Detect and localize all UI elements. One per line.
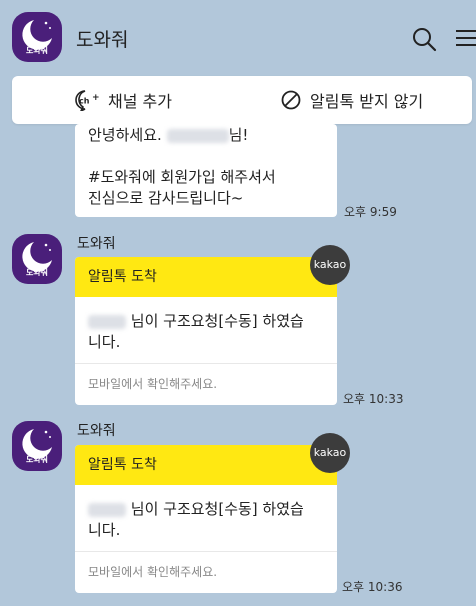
chat-header: 도와줘 도와줘 <box>0 0 476 76</box>
channel-add-icon: ch + <box>75 90 100 111</box>
welcome-message-bubble: 안녕하세요. 님! #도와줘에 회원가입 해주셔서 진심으로 감사드립니다~ <box>75 124 337 217</box>
alimtalk-body: 님이 구조요청[수동] 하였습 니다. <box>75 297 337 365</box>
add-channel-button[interactable]: ch + 채널 추가 <box>74 76 172 124</box>
alimtalk-footer[interactable]: 모바일에서 확인해주세요. <box>75 363 337 404</box>
alimtalk-body-line2: 니다. <box>88 333 121 351</box>
greeting-line: 안녕하세요. 님! <box>88 125 276 146</box>
avatar-label: 도와줘 <box>25 46 49 55</box>
sender-name: 도와줘 <box>77 236 116 252</box>
alimtalk-card[interactable]: 알림톡 도착 님이 구조요청[수동] 하였습 니다. 모바일에서 확인해주세요. <box>75 445 337 593</box>
channel-action-bar: ch + 채널 추가 알림톡 받지 않기 <box>12 76 472 124</box>
block-alimtalk-label: 알림톡 받지 않기 <box>310 92 424 111</box>
greeting-suffix: 님! <box>228 126 249 144</box>
alimtalk-body-line1: 님이 구조요청[수동] 하였습 <box>130 312 304 330</box>
sender-avatar[interactable]: 도와줘 <box>12 421 62 471</box>
alimtalk-body-line2: 니다. <box>88 521 121 539</box>
search-button[interactable] <box>411 26 437 52</box>
kakao-badge: kakao <box>310 245 350 285</box>
svg-text:+: + <box>92 93 100 103</box>
welcome-body-line2: 진심으로 감사드립니다~ <box>88 189 244 207</box>
avatar-label: 도와줘 <box>25 455 49 464</box>
sender-name: 도와줘 <box>77 423 116 439</box>
avatar-label: 도와줘 <box>25 268 49 277</box>
redacted-username <box>166 128 229 143</box>
channel-avatar[interactable]: 도와줘 <box>12 12 62 62</box>
chat-title: 도와줘 <box>76 29 129 51</box>
alimtalk-footer[interactable]: 모바일에서 확인해주세요. <box>75 551 337 592</box>
alimtalk-card[interactable]: 알림톡 도착 님이 구조요청[수동] 하였습 니다. 모바일에서 확인해주세요. <box>75 257 337 405</box>
menu-button[interactable] <box>454 28 476 50</box>
kakao-badge: kakao <box>310 433 350 473</box>
block-icon <box>281 90 301 110</box>
alimtalk-body: 님이 구조요청[수동] 하였습 니다. <box>75 485 337 553</box>
block-alimtalk-button[interactable]: 알림톡 받지 않기 <box>280 76 423 124</box>
add-channel-label: 채널 추가 <box>108 92 172 111</box>
message-time: 오후 9:59 <box>344 205 397 219</box>
redacted-username <box>88 502 126 517</box>
sender-avatar[interactable]: 도와줘 <box>12 234 62 284</box>
welcome-body-line1: #도와줘에 회원가입 해주셔서 <box>88 168 276 186</box>
alimtalk-header: 알림톡 도착 <box>75 445 337 485</box>
svg-text:ch: ch <box>79 97 90 106</box>
message-time: 오후 10:33 <box>343 392 404 406</box>
alimtalk-body-line1: 님이 구조요청[수동] 하였습 <box>130 500 304 518</box>
message-time: 오후 10:36 <box>342 580 403 594</box>
greeting-prefix: 안녕하세요. <box>88 126 162 144</box>
alimtalk-header: 알림톡 도착 <box>75 257 337 297</box>
menu-icon <box>456 30 476 46</box>
redacted-username <box>88 314 126 329</box>
search-icon <box>413 28 437 52</box>
